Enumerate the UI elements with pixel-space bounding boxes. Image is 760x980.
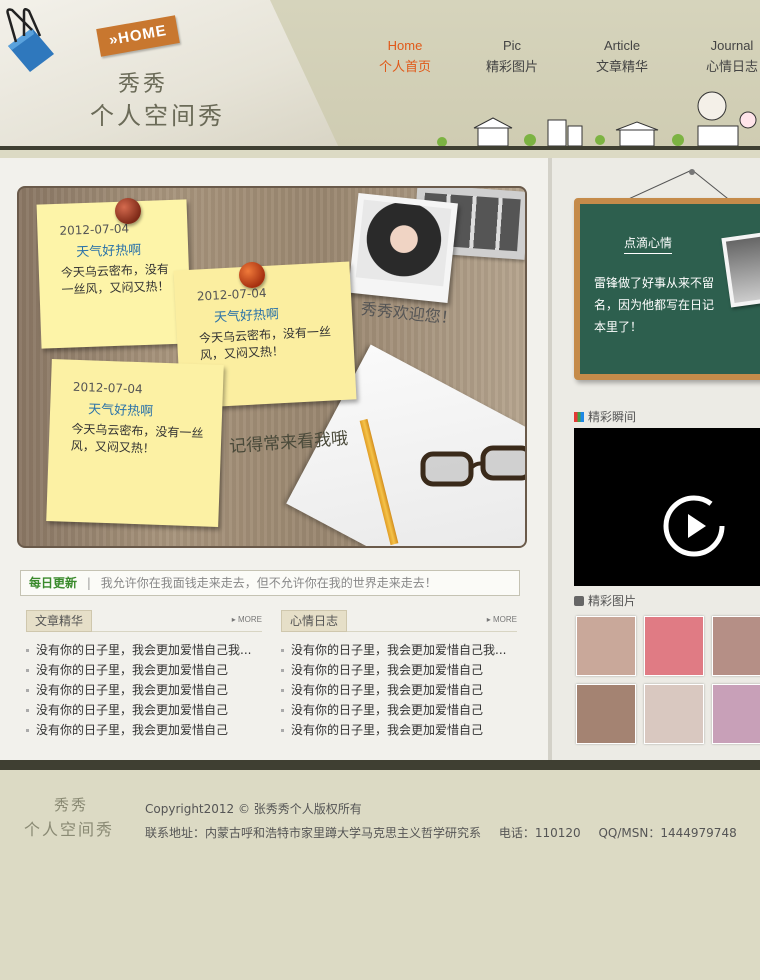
nav-label-en: Pic	[502, 38, 522, 53]
nav-item-journal[interactable]: Journal 心情日志	[687, 38, 760, 75]
more-link[interactable]: ▸ MORE	[487, 615, 517, 624]
footer-logo-line2: 个人空间秀	[24, 820, 115, 839]
copyright-text: Copyright2012 © 张秀秀个人版权所有	[145, 802, 362, 816]
pushpin-icon	[115, 198, 141, 224]
site-footer: 秀秀 个人空间秀 Copyright2012 © 张秀秀个人版权所有 联系地址：…	[0, 770, 760, 980]
site-name-line1: 秀秀	[118, 72, 169, 97]
pinned-photo	[721, 230, 760, 308]
list-item[interactable]: 没有你的日子里，我会更加爱惜自己	[281, 720, 517, 740]
more-link[interactable]: ▸ MORE	[232, 615, 262, 624]
list-header: 心情日志 ▸ MORE	[281, 610, 517, 632]
pinned-photo-image	[725, 234, 760, 304]
note-date: 2012-07-04	[72, 379, 143, 397]
play-icon[interactable]	[662, 494, 726, 558]
profile-photo	[355, 199, 452, 287]
daily-update-text[interactable]: 我允许你在我面钱走来走去，但不允许你在我的世界走来走去！	[101, 576, 437, 590]
qq-text: QQ/MSN：1444979748	[598, 826, 737, 840]
binder-clip-icon	[6, 8, 54, 72]
journal-list: 心情日志 ▸ MORE 没有你的日子里，我会更加爱惜自己我... 没有你的日子里…	[281, 610, 517, 740]
daily-separator: |	[86, 576, 91, 590]
photos-label-text: 精彩图片	[588, 594, 637, 608]
sticky-note[interactable]: 2012-07-04 天气好热啊 今天乌云密布，没有一丝风，又闷又热！	[36, 199, 192, 349]
video-player[interactable]	[574, 428, 760, 586]
list-items: 没有你的日子里，我会更加爱惜自己我... 没有你的日子里，我会更加爱惜自己 没有…	[281, 640, 517, 740]
sidebar: 点滴心情 雷锋做了好事从来不留名，因为他都写在日记本里了！ 精彩瞬间 精彩图片	[548, 158, 760, 760]
glasses-icon	[420, 445, 525, 487]
more-label: MORE	[238, 615, 262, 624]
list-header: 文章精华 ▸ MORE	[26, 610, 262, 632]
nav-label-en: Article	[603, 38, 641, 53]
tv-icon	[574, 412, 584, 422]
polaroid-photo[interactable]	[348, 193, 458, 303]
list-item[interactable]: 没有你的日子里，我会更加爱惜自己我...	[26, 640, 262, 660]
sticky-note[interactable]: 2012-07-04 天气好热啊 今天乌云密布，没有一丝风，又闷又热！	[46, 359, 224, 527]
list-items: 没有你的日子里，我会更加爱惜自己我... 没有你的日子里，我会更加爱惜自己 没有…	[26, 640, 262, 740]
nav-label-cn: 心情日志	[705, 60, 758, 75]
photo-thumbnail[interactable]	[576, 684, 636, 744]
more-label: MORE	[493, 615, 517, 624]
note-body: 今天乌云密布，没有一丝风，又闷又热！	[70, 421, 204, 456]
mood-text: 雷锋做了好事从来不留名，因为他都写在日记本里了！	[594, 276, 715, 334]
footer-divider	[0, 760, 760, 770]
note-date: 2012-07-04	[59, 221, 130, 238]
mood-title: 点滴心情	[624, 234, 673, 254]
hanging-string	[622, 169, 732, 202]
list-item[interactable]: 没有你的日子里，我会更加爱惜自己我...	[281, 640, 517, 660]
nav-label-cn: 个人首页	[378, 60, 431, 75]
main-content: 秀秀欢迎您！ 2012-07-04 天气好热啊 今天乌云密布，没有一丝风，又闷又…	[0, 158, 548, 760]
note-title[interactable]: 天气好热啊	[213, 300, 338, 325]
photo-thumbnail[interactable]	[712, 616, 760, 676]
nav-item-article[interactable]: Article 文章精华	[577, 38, 667, 75]
town-sketch-illustration	[430, 91, 760, 148]
article-list: 文章精华 ▸ MORE 没有你的日子里，我会更加爱惜自己我... 没有你的日子里…	[26, 610, 262, 740]
note-title[interactable]: 天气好热啊	[76, 238, 175, 260]
note-body: 今天乌云密布，没有一丝风，又闷又热！	[60, 262, 170, 297]
note-body: 今天乌云密布，没有一丝风，又闷又热！	[198, 324, 332, 363]
list-item[interactable]: 没有你的日子里，我会更加爱惜自己	[281, 700, 517, 720]
nav-item-home[interactable]: Home 个人首页	[360, 38, 450, 75]
camera-icon	[574, 596, 584, 606]
photo-thumbnail[interactable]	[576, 616, 636, 676]
nav-label-en: Journal	[710, 38, 754, 53]
daily-update-label: 每日更新	[29, 576, 78, 590]
list-title[interactable]: 文章精华	[26, 610, 93, 632]
video-label-text: 精彩瞬间	[588, 410, 637, 424]
site-header: »HOME 秀秀 个人空间秀 Home 个人首页 Pic 精彩图片 Articl…	[0, 0, 760, 150]
photos-section-label: 精彩图片	[574, 592, 636, 609]
phone-text: 电话：110120	[498, 826, 581, 840]
pushpin-icon	[239, 262, 265, 288]
mood-blackboard: 点滴心情 雷锋做了好事从来不留名，因为他都写在日记本里了！	[574, 198, 760, 380]
nav-item-pic[interactable]: Pic 精彩图片	[467, 38, 557, 75]
list-item[interactable]: 没有你的日子里，我会更加爱惜自己	[281, 660, 517, 680]
daily-update-bar: 每日更新 | 我允许你在我面钱走来走去，但不允许你在我的世界走来走去！	[20, 570, 520, 596]
nav-label-cn: 精彩图片	[485, 60, 538, 75]
list-item[interactable]: 没有你的日子里，我会更加爱惜自己	[26, 680, 262, 700]
footer-logo-line1: 秀秀	[54, 796, 89, 814]
photo-thumbnail[interactable]	[712, 684, 760, 744]
list-item[interactable]: 没有你的日子里，我会更加爱惜自己	[26, 660, 262, 680]
list-title[interactable]: 心情日志	[281, 610, 348, 632]
site-name-line2: 个人空间秀	[90, 102, 225, 130]
list-item[interactable]: 没有你的日子里，我会更加爱惜自己	[26, 720, 262, 740]
hero-banner: 秀秀欢迎您！ 2012-07-04 天气好热啊 今天乌云密布，没有一丝风，又闷又…	[17, 186, 527, 548]
video-section-label: 精彩瞬间	[574, 408, 636, 425]
list-item[interactable]: 没有你的日子里，我会更加爱惜自己	[26, 700, 262, 720]
note-title[interactable]: 天气好热啊	[88, 398, 209, 421]
address-text: 联系地址：内蒙古呼和浩特市家里蹲大学马克思主义哲学研究系	[145, 826, 482, 840]
nav-label-en: Home	[387, 38, 423, 53]
nav-label-cn: 文章精华	[595, 60, 648, 75]
photo-thumbnail[interactable]	[644, 616, 704, 676]
list-item[interactable]: 没有你的日子里，我会更加爱惜自己	[281, 680, 517, 700]
contact-info: 联系地址：内蒙古呼和浩特市家里蹲大学马克思主义哲学研究系 电话：110120 Q…	[145, 824, 751, 841]
photo-thumbnail[interactable]	[644, 684, 704, 744]
